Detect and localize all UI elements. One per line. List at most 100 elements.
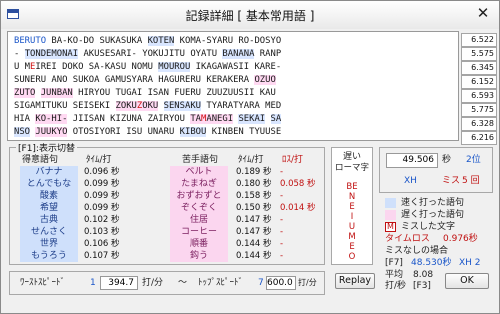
speed-range-tilde: 〜	[178, 278, 188, 288]
bad-time: 0.150 秒	[236, 203, 272, 213]
slow-romaji-box: 遅い ローマ字 BE N E I U M E O	[331, 147, 373, 265]
good-time: 0.106 秒	[84, 239, 120, 249]
f3-label[interactable]: [F3]	[413, 280, 431, 292]
good-word: もうろう	[20, 250, 78, 262]
loss-value: 0.014 秒	[280, 203, 316, 213]
good-time: 0.099 秒	[84, 191, 120, 201]
record-detail-window: 記録詳細 [ 基本常用語 ] ✕ BERUTO BA-KO-DO SUKASUK…	[0, 0, 500, 314]
text-line: BERUTO BA-KO-DO SUKASUKA KOTEN KOMA-SYAR…	[14, 36, 282, 46]
miss-count: 5 回	[462, 176, 480, 186]
bad-time: 0.180 秒	[236, 179, 272, 189]
bad-time: 0.144 秒	[236, 239, 272, 249]
good-time: 0.102 秒	[84, 215, 120, 225]
bad-time: 0.189 秒	[236, 167, 272, 177]
bad-time: 0.158 秒	[236, 191, 272, 201]
slow-letter: BE	[346, 182, 358, 192]
result-summary-box: 49.506 秒 2位 XH ミス 5 回	[379, 147, 493, 193]
good-word: とんでもな	[20, 178, 78, 190]
top-speed-label: ﾄｯﾌﾟｽﾋﾟｰﾄﾞ	[198, 278, 244, 288]
miss-legend-label: ミスした文字	[401, 222, 456, 232]
word-stats-group: [F1]:表示切替 得意語句 ﾀｲﾑ/打 苦手語句 ﾀｲﾑ/打 ﾛｽ/打 バナナ…	[9, 141, 325, 265]
miss-label: ミス	[442, 176, 461, 186]
fast-legend-swatch	[385, 198, 396, 208]
text-line: SIGAMITUKU SEISEKI ZOKUZOKU SENSAKU TYAR…	[14, 101, 282, 111]
bad-word: おずおずと	[170, 190, 228, 202]
good-word: バナナ	[20, 166, 78, 178]
good-word: 希望	[20, 202, 78, 214]
bad-time-header: ﾀｲﾑ/打	[238, 155, 264, 165]
good-time: 0.099 秒	[84, 203, 120, 213]
slow-letter: N	[348, 192, 356, 202]
good-word: 古典	[20, 214, 78, 226]
top-speed-field: 600.0	[266, 276, 296, 290]
bad-words-header: 苦手語句	[182, 155, 219, 165]
text-line: ZUTO JUNBAN HIRYOU TUGAI ISAN FUERU ZUUZ…	[14, 88, 276, 98]
line-times: 6.522 5.575 6.345 6.152 6.593 5.775 6.32…	[461, 33, 497, 145]
good-time: 0.107 秒	[84, 251, 120, 261]
bad-word: 鈎う	[170, 250, 228, 262]
top-speed-unit: 打/分	[298, 278, 317, 287]
line-time: 6.345	[461, 61, 497, 75]
top-speed-index: 7	[258, 278, 264, 288]
good-time-header: ﾀｲﾑ/打	[86, 155, 112, 165]
slow-letter: U	[348, 222, 356, 232]
worst-speed-label: ﾜｰｽﾄｽﾋﾟｰﾄﾞ	[20, 278, 66, 288]
good-words-header: 得意語句	[22, 155, 59, 165]
no-miss-label: ミスなしの場合	[385, 246, 449, 256]
slow-letter: M	[348, 232, 356, 242]
time-loss-value: 0.976秒	[443, 234, 478, 244]
fast-legend-label: 速く打った語句	[401, 198, 465, 208]
text-line: HIA KO-HI- JIISAN KIZUNA ZAIRYOU TAMANEG…	[14, 114, 282, 124]
good-time: 0.099 秒	[84, 179, 120, 189]
loss-value: -	[280, 227, 284, 237]
slow-letter: I	[350, 212, 354, 222]
slow-letter: O	[348, 252, 356, 262]
avg-unit: 打/秒	[385, 281, 407, 291]
f7-time: 48.530秒	[411, 258, 452, 268]
bad-word: ベルト	[170, 166, 228, 178]
line-time: 5.775	[461, 103, 497, 117]
good-word: 酸素	[20, 190, 78, 202]
speed-bar-box: ﾜｰｽﾄｽﾋﾟｰﾄﾞ 1 394.7 打/分 〜 ﾄｯﾌﾟｽﾋﾟｰﾄﾞ 7 60…	[9, 271, 325, 295]
worst-speed-unit: 打/分	[142, 278, 164, 288]
bad-word: 住居	[170, 214, 228, 226]
text-line: SUNERU ANO SUKOA GAMUSYARA HAGURERU KERA…	[14, 75, 276, 85]
bad-word: ぞくぞく	[170, 202, 228, 214]
replay-button[interactable]: Replay	[335, 273, 375, 289]
xh-label: XH	[404, 176, 417, 186]
bad-word: コーヒー	[170, 226, 228, 238]
rank-label: 2位	[466, 155, 481, 165]
total-time-unit: 秒	[442, 155, 452, 165]
text-line: U MEIREI DOKO SA-KASU NOMU MOUROU IKAGAW…	[14, 62, 282, 72]
title-bar: 記録詳細 [ 基本常用語 ] ✕	[1, 1, 499, 29]
loss-value: -	[280, 167, 284, 177]
loss-value: -	[280, 239, 284, 249]
loss-value: -	[280, 251, 284, 261]
close-button[interactable]: ✕	[471, 4, 495, 24]
slow-legend-swatch	[385, 210, 396, 220]
slow-legend-label: 遅く打った語句	[401, 210, 465, 220]
good-word: 世界	[20, 238, 78, 250]
window-title: 記録詳細 [ 基本常用語 ]	[185, 9, 315, 23]
ok-button[interactable]: OK	[445, 273, 489, 289]
line-time: 6.522	[461, 33, 497, 47]
bad-time: 0.147 秒	[236, 227, 272, 237]
f7-label: [F7]	[385, 258, 403, 268]
line-time: 6.328	[461, 117, 497, 131]
good-word: せんさく	[20, 226, 78, 238]
miss-legend-swatch: M	[385, 222, 396, 232]
bad-word: 順番	[170, 238, 228, 250]
slow-letter: E	[349, 202, 355, 212]
line-time: 6.152	[461, 75, 497, 89]
slow-letter: E	[349, 242, 355, 252]
text-line: - TONDEMONAI AKUSESARI- YOKUJITU OYATU B…	[14, 49, 282, 59]
loss-value: -	[280, 191, 284, 201]
line-time: 6.593	[461, 89, 497, 103]
f7-rank: XH 2	[459, 258, 481, 268]
line-time: 5.575	[461, 47, 497, 61]
bad-word: たまねぎ	[170, 178, 228, 190]
time-loss-label: タイムロス	[385, 234, 430, 244]
good-time: 0.096 秒	[84, 167, 120, 177]
worst-speed-field: 394.7	[100, 276, 138, 290]
total-time-field: 49.506	[386, 153, 438, 168]
